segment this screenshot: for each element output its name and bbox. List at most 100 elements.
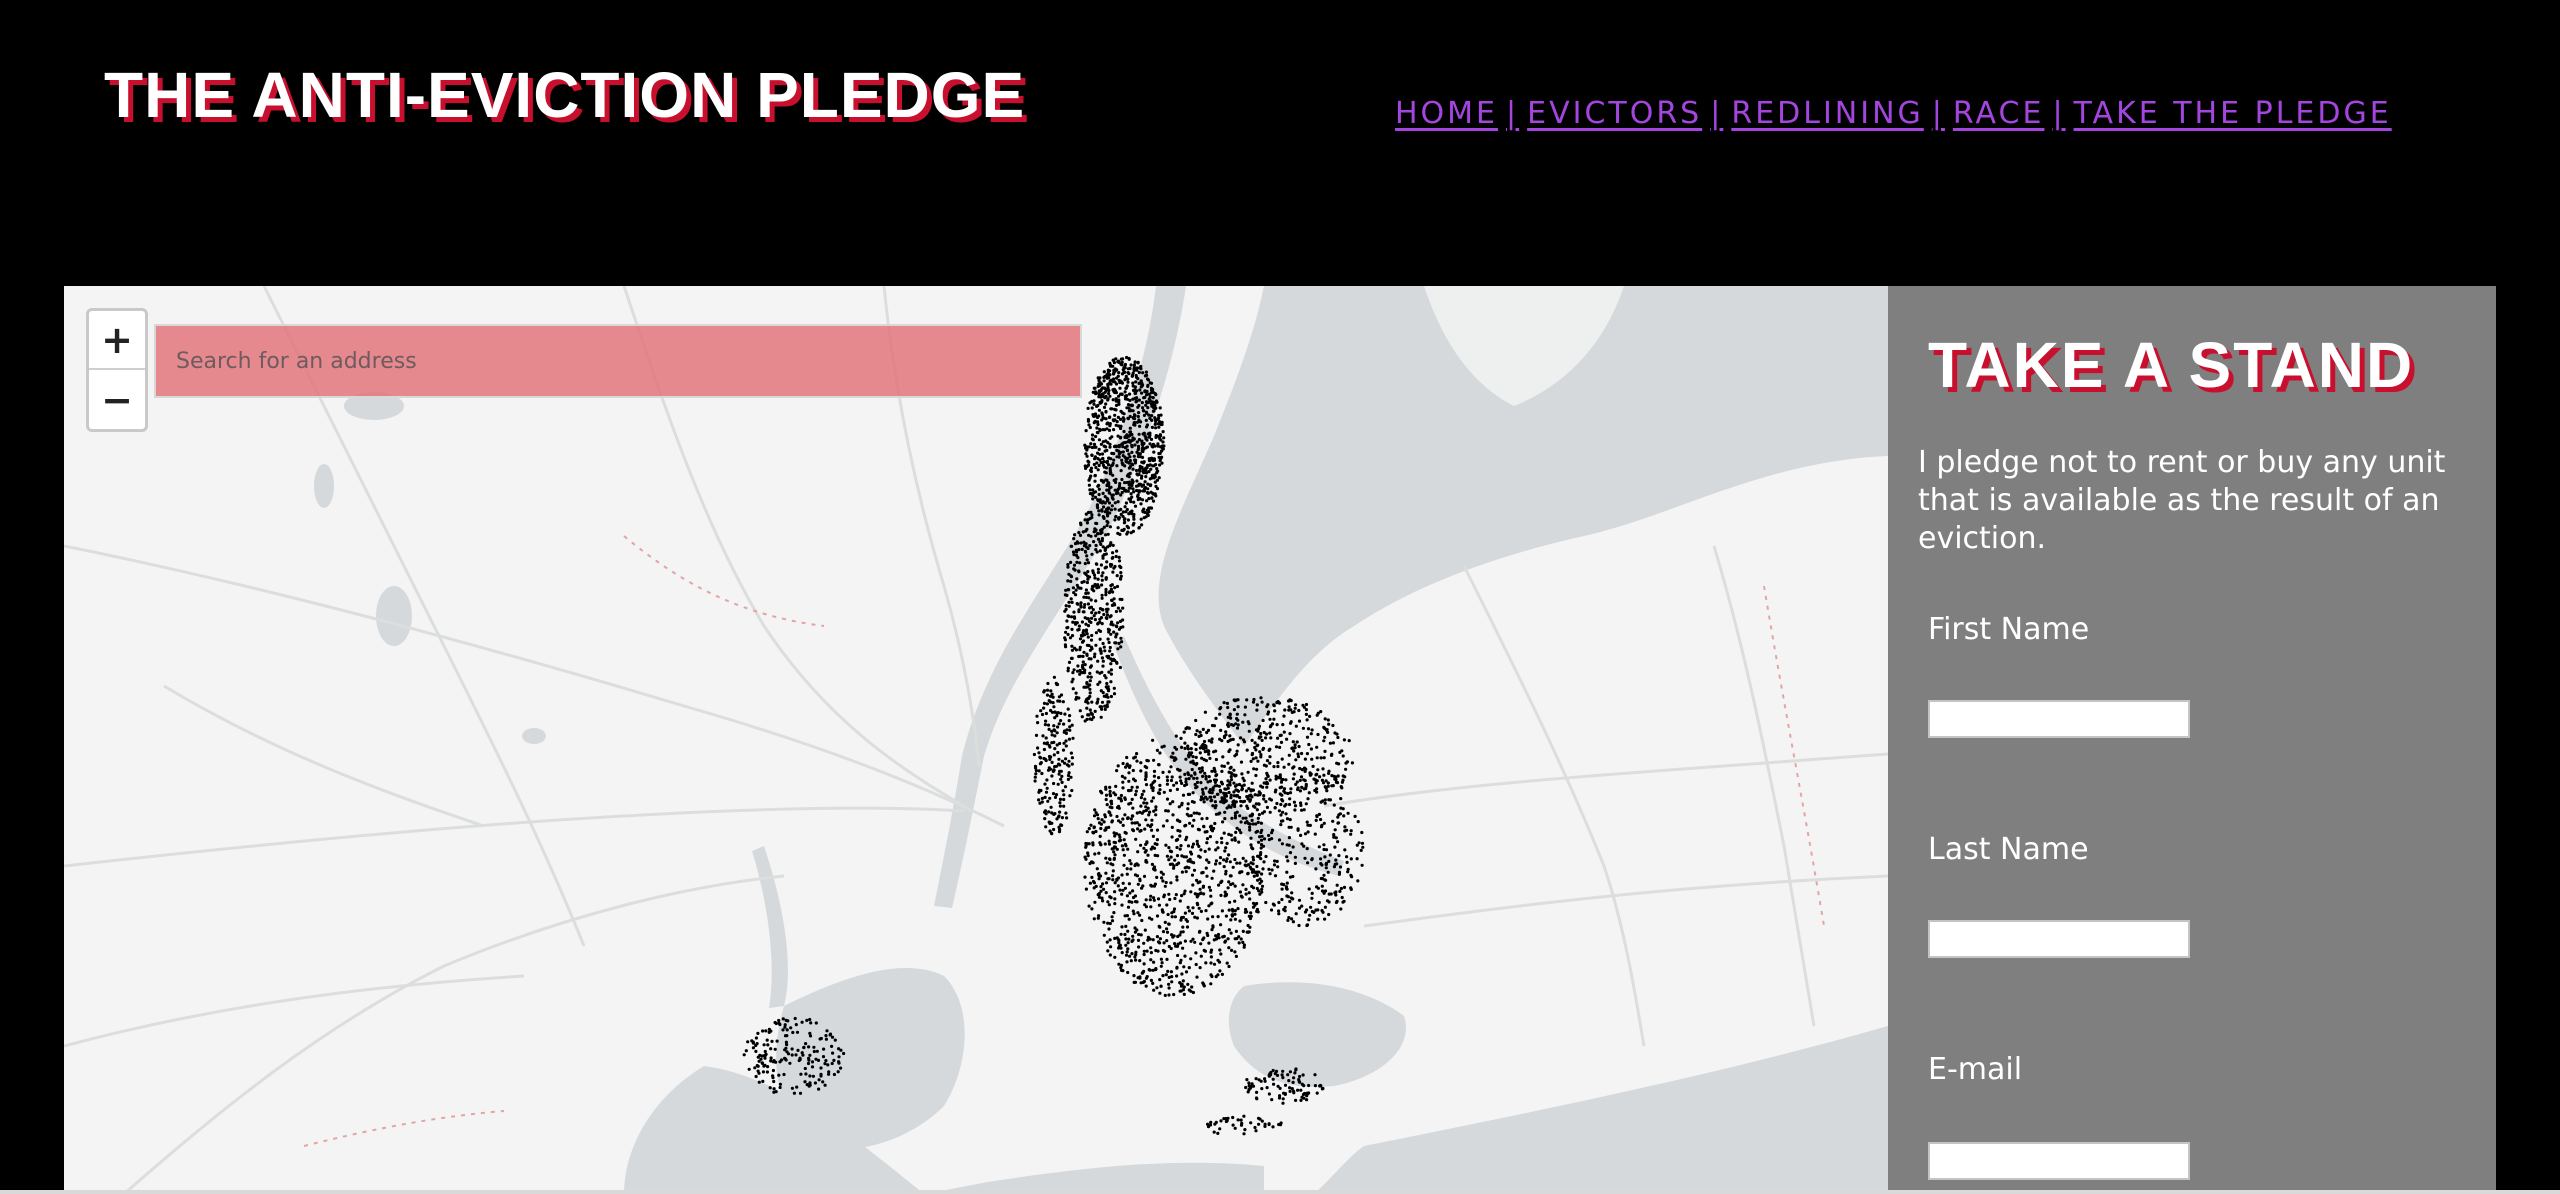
eviction-point [1137, 418, 1141, 422]
eviction-point [1323, 878, 1327, 882]
eviction-point [1346, 811, 1350, 815]
eviction-point [1207, 941, 1211, 945]
eviction-point [1158, 783, 1162, 787]
eviction-point [1238, 861, 1242, 865]
eviction-point [1281, 1076, 1285, 1080]
eviction-point [1226, 705, 1230, 710]
eviction-point [771, 1076, 775, 1080]
zoom-in-button[interactable]: + [89, 311, 145, 370]
eviction-point [1050, 692, 1054, 696]
eviction-point [1273, 874, 1278, 878]
eviction-point [1360, 841, 1365, 845]
eviction-point [1158, 463, 1162, 467]
eviction-point [1072, 563, 1077, 567]
first-name-field[interactable] [1928, 700, 2190, 738]
nav-home-link[interactable]: HOME [1395, 96, 1498, 131]
eviction-point [1067, 572, 1071, 576]
eviction-point [1102, 612, 1106, 617]
eviction-point [1249, 1121, 1253, 1125]
eviction-point [1121, 817, 1125, 821]
nav-race-link[interactable]: RACE [1953, 96, 2045, 131]
eviction-point [1096, 893, 1100, 897]
eviction-point [1288, 732, 1292, 736]
eviction-point [1190, 824, 1195, 828]
eviction-point [1127, 900, 1131, 904]
eviction-map[interactable]: + − [64, 286, 1888, 1194]
zoom-out-button[interactable]: − [89, 370, 145, 429]
eviction-point [1175, 966, 1179, 970]
eviction-point [1042, 741, 1046, 745]
eviction-point [1315, 814, 1319, 819]
eviction-point [1150, 414, 1154, 418]
eviction-point [1179, 844, 1183, 848]
eviction-point [1273, 859, 1277, 863]
eviction-point [1094, 548, 1098, 552]
eviction-point [1276, 761, 1280, 765]
eviction-point [1108, 445, 1112, 449]
eviction-point [1064, 739, 1068, 743]
eviction-point [1321, 910, 1325, 914]
eviction-point [1301, 1073, 1305, 1077]
email-field[interactable] [1928, 1142, 2190, 1180]
eviction-point [1132, 454, 1136, 458]
eviction-point [1099, 649, 1103, 653]
eviction-point [1164, 880, 1168, 885]
address-search-input[interactable] [176, 348, 1080, 374]
eviction-point [791, 1030, 795, 1035]
eviction-point [1070, 627, 1074, 631]
eviction-point [1250, 738, 1254, 742]
eviction-point [802, 1045, 806, 1049]
eviction-point [830, 1044, 834, 1048]
eviction-point [1090, 611, 1094, 615]
eviction-point [1287, 916, 1291, 920]
nav-take-the-pledge-link[interactable]: TAKE THE PLEDGE [2074, 96, 2392, 131]
eviction-point [777, 1018, 781, 1023]
eviction-point [1131, 806, 1135, 810]
eviction-point [1101, 457, 1105, 461]
eviction-point [1155, 842, 1159, 847]
eviction-point [1074, 697, 1078, 701]
eviction-point [1289, 720, 1293, 724]
eviction-point [1169, 970, 1173, 974]
last-name-field[interactable] [1928, 920, 2190, 958]
eviction-point [1036, 721, 1040, 725]
eviction-point [1047, 699, 1051, 703]
eviction-point [1176, 934, 1180, 939]
eviction-point [1105, 861, 1109, 865]
eviction-point [1100, 509, 1104, 513]
eviction-point [1121, 618, 1125, 622]
eviction-point [1092, 402, 1096, 406]
eviction-point [1297, 923, 1301, 928]
eviction-point [756, 1055, 760, 1059]
eviction-point [1150, 917, 1154, 921]
eviction-point [1094, 643, 1098, 647]
eviction-point [1074, 691, 1078, 695]
eviction-point [1087, 904, 1091, 908]
eviction-point [1097, 447, 1101, 451]
eviction-point [1109, 587, 1113, 591]
eviction-point [1202, 984, 1206, 988]
eviction-point [1222, 858, 1226, 862]
eviction-point [1165, 778, 1170, 783]
eviction-point [1140, 918, 1144, 923]
eviction-point [1067, 719, 1071, 723]
eviction-point [1114, 624, 1118, 628]
eviction-point [1197, 930, 1202, 934]
eviction-point [774, 1021, 778, 1026]
eviction-point [1105, 478, 1109, 482]
eviction-point [1066, 773, 1071, 778]
eviction-point [1215, 773, 1219, 777]
eviction-point [824, 1037, 829, 1041]
eviction-point [1093, 709, 1097, 713]
eviction-point [1223, 894, 1227, 898]
eviction-point [1266, 712, 1270, 716]
eviction-point [1151, 981, 1155, 986]
eviction-point [1143, 777, 1148, 782]
eviction-point [1171, 813, 1175, 817]
eviction-point [1321, 767, 1325, 771]
nav-evictors-link[interactable]: EVICTORS [1527, 96, 1702, 131]
eviction-point [1224, 914, 1228, 918]
eviction-point [1088, 694, 1092, 699]
eviction-point [1104, 881, 1109, 885]
nav-redlining-link[interactable]: REDLINING [1731, 96, 1923, 131]
